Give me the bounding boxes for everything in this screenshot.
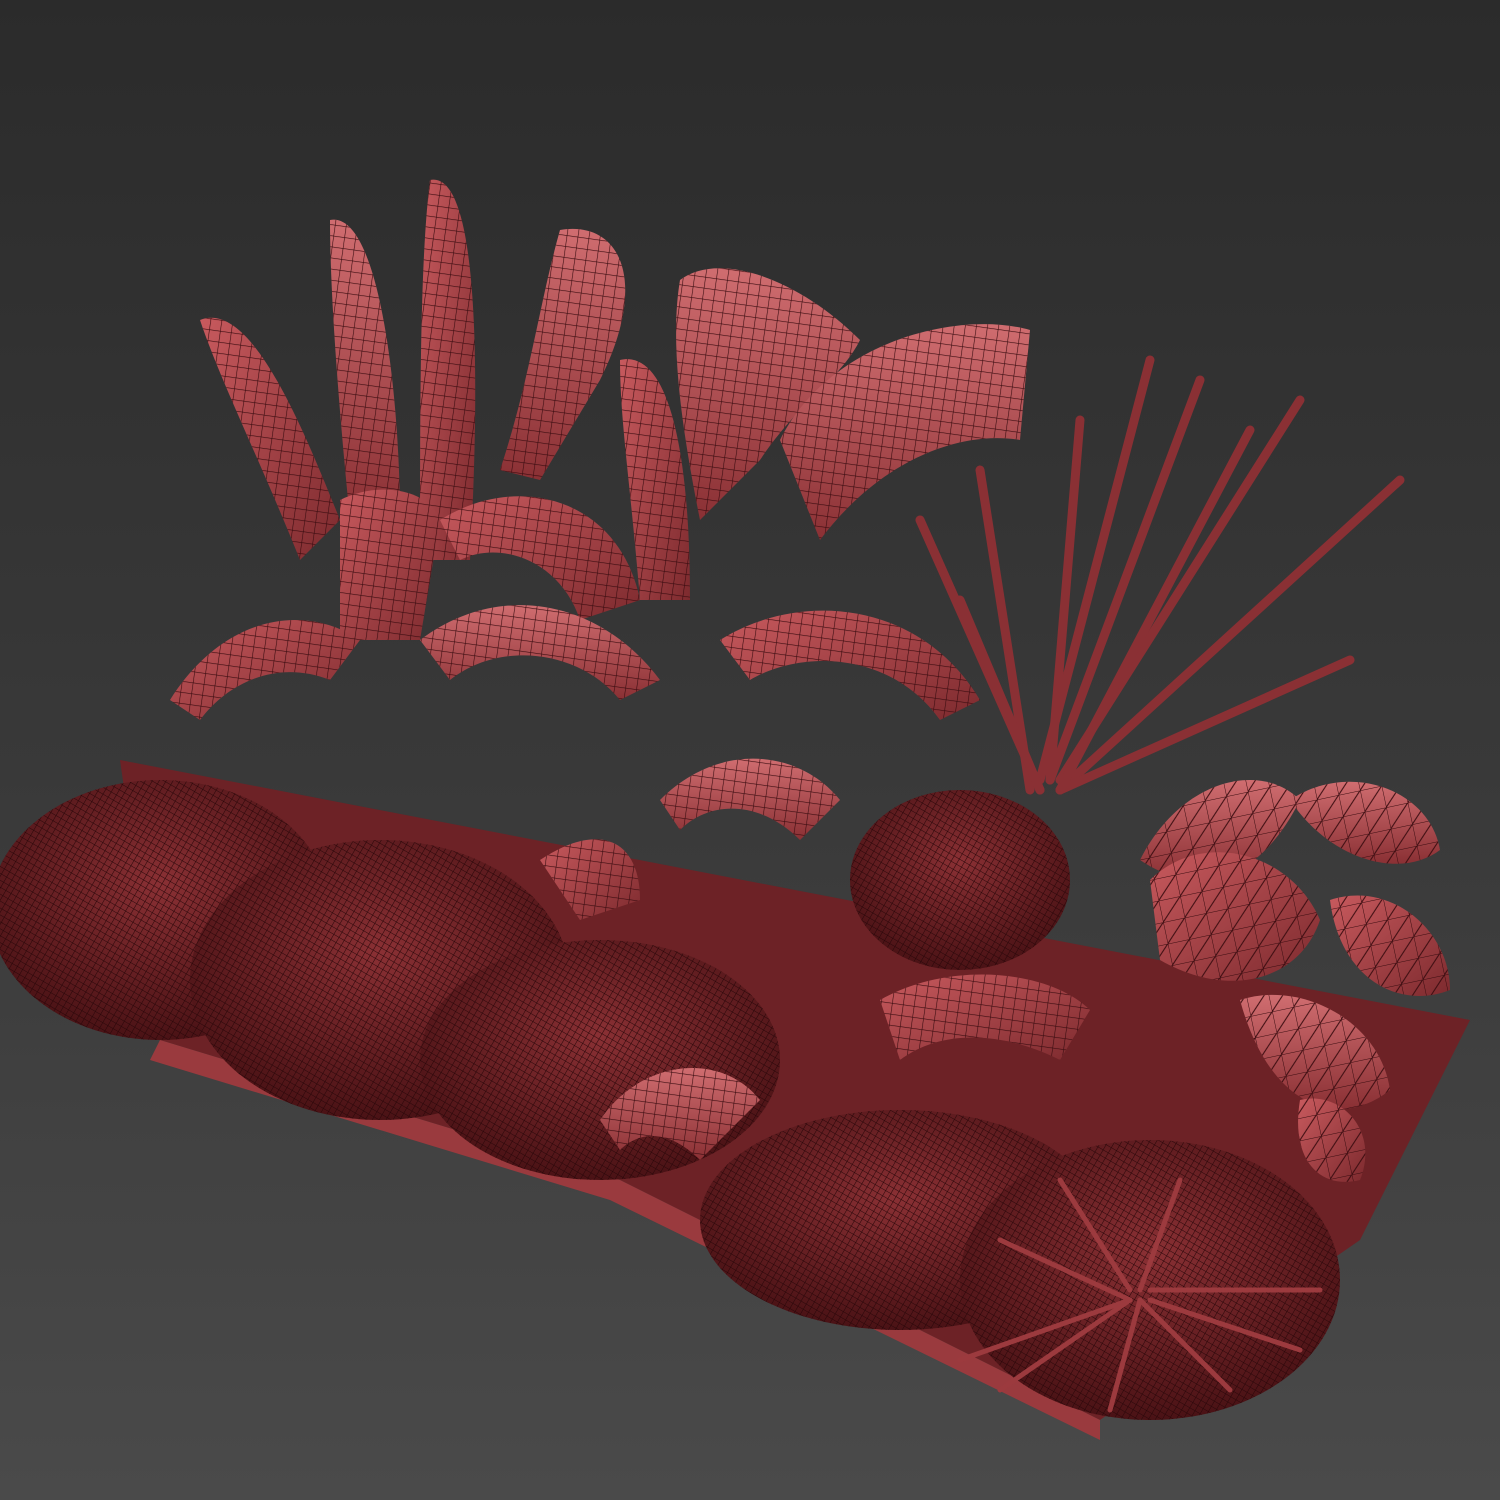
3d-viewport[interactable]: [0, 0, 1500, 1500]
planter-mesh-render: [0, 179, 1470, 1440]
